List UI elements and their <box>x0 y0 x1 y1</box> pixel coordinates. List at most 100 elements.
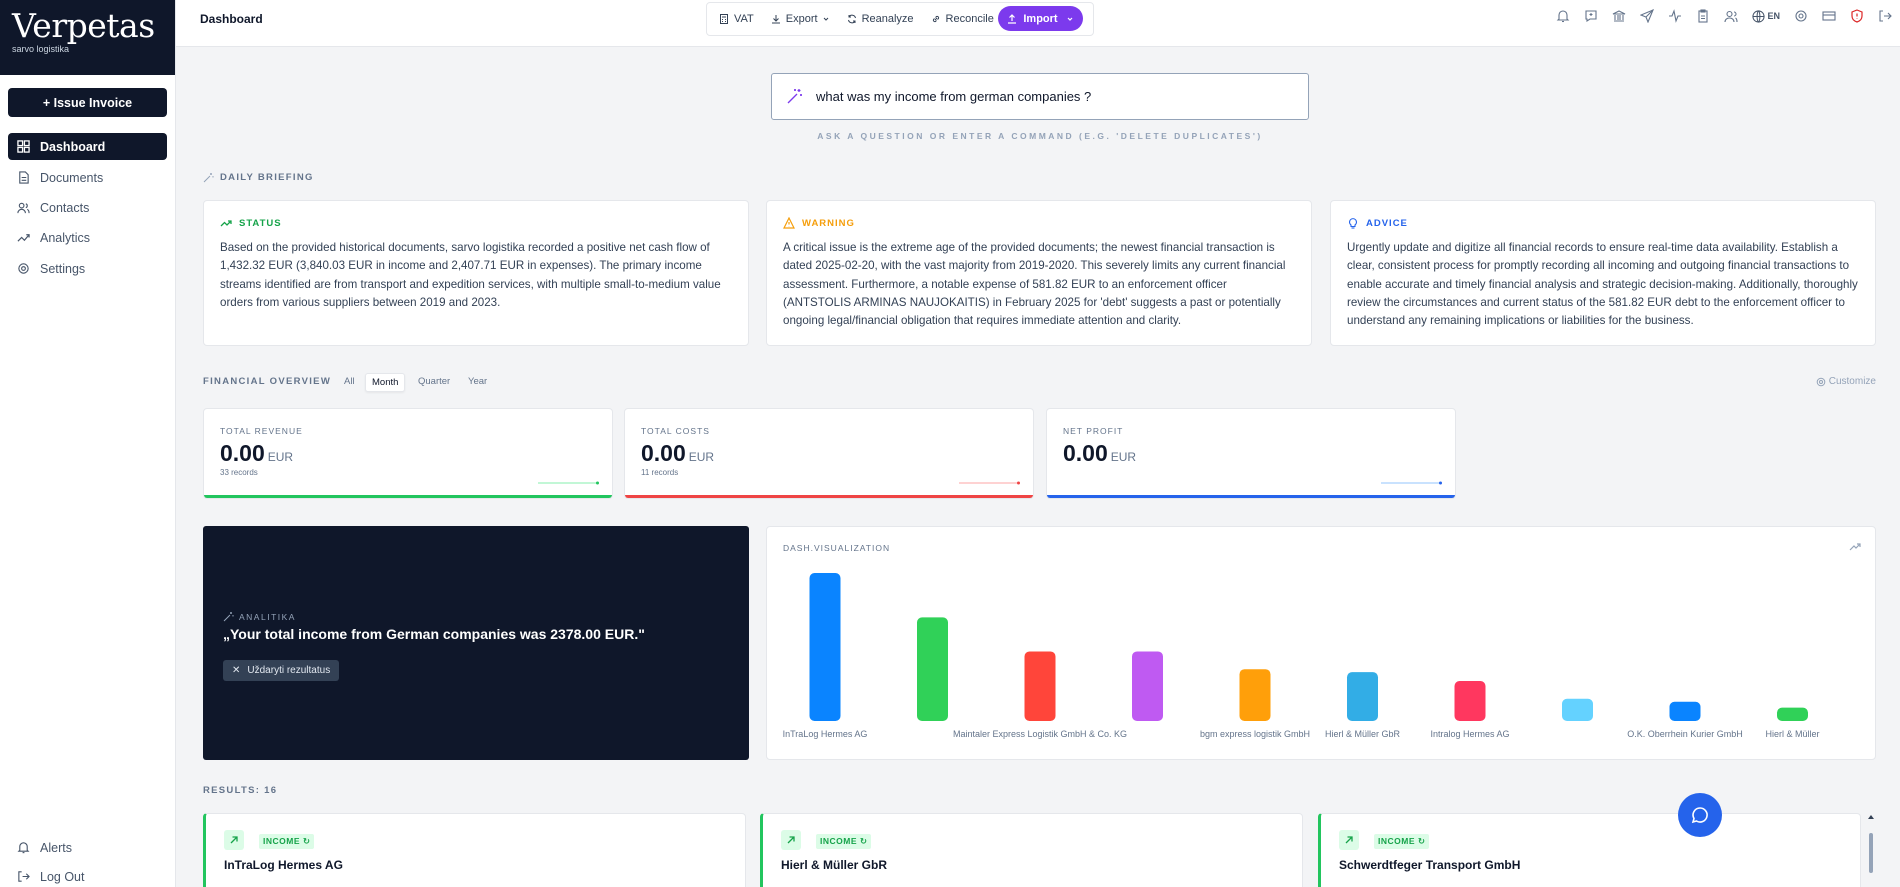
chart-bar[interactable] <box>1562 698 1593 721</box>
result-card[interactable]: INCOME ↻ InTraLog Hermes AG <box>203 813 746 887</box>
result-company-name: Hierl & Müller GbR <box>781 858 888 872</box>
chart-bar[interactable] <box>1239 669 1271 721</box>
language-selector[interactable]: EN <box>1752 9 1780 23</box>
daily-briefing-label: DAILY BRIEFING <box>220 172 314 183</box>
chart-bar[interactable] <box>1669 701 1701 721</box>
status-text: Based on the provided historical documen… <box>220 241 721 309</box>
advice-card: ADVICE Urgently update and digitize all … <box>1330 200 1876 346</box>
kpi-total-costs[interactable]: TOTAL COSTS 0.00 EUR 11 records <box>624 408 1034 499</box>
link-icon <box>932 15 939 23</box>
kpi-total-revenue[interactable]: TOTAL REVENUE 0.00 EUR 33 records <box>203 408 613 499</box>
arrow-up-right-icon <box>224 830 244 850</box>
chart-bar[interactable] <box>1347 672 1378 721</box>
sidebar-item-label: Analytics <box>40 230 91 245</box>
status-card-header: STATUS <box>220 217 732 229</box>
kpi-records: 11 records <box>641 468 679 477</box>
refresh-icon <box>847 14 856 24</box>
sidebar-item-label: Settings <box>40 261 86 276</box>
close-results-label: Uždaryti rezultatus <box>247 665 331 676</box>
send-button[interactable] <box>1640 9 1655 23</box>
sidebar-item-settings[interactable]: Settings <box>8 255 167 282</box>
chart-category-label: InTraLog Hermes AG <box>783 729 868 739</box>
logout-icon <box>18 871 30 882</box>
sidebar-item-contacts[interactable]: Contacts <box>8 194 167 221</box>
activity-button[interactable] <box>1668 9 1682 23</box>
notifications-button[interactable] <box>1556 9 1570 23</box>
chart-bar[interactable] <box>1024 651 1056 721</box>
vat-button[interactable]: VAT <box>719 13 754 25</box>
result-card[interactable]: INCOME ↻ Schwerdtfeger Transport GmbH <box>1318 813 1861 887</box>
warning-card-header: WARNING <box>783 217 1295 229</box>
action-toolbar: VAT Export Reanalyze Reconcile Import <box>706 2 1094 36</box>
trend-up-icon[interactable] <box>1849 542 1861 552</box>
export-dropdown[interactable]: Export <box>771 13 830 25</box>
chat-button[interactable] <box>1678 793 1722 837</box>
security-button[interactable] <box>1850 9 1864 23</box>
chart-category-label: Maintaler Express Logistik GmbH & Co. KG <box>953 729 1127 739</box>
kpi-unit: EUR <box>267 450 294 464</box>
bell-icon <box>17 842 30 854</box>
sidebar-item-documents[interactable]: Documents <box>8 164 167 191</box>
gear-icon <box>18 263 29 274</box>
customize-button[interactable]: Customize <box>1816 376 1876 387</box>
analytics-answer: „Your total income from German companies… <box>223 626 645 642</box>
period-tab-quarter[interactable]: Quarter <box>412 373 456 390</box>
kpi-accent-bar <box>1047 495 1455 498</box>
period-tab-year[interactable]: Year <box>462 373 493 390</box>
result-card[interactable]: INCOME ↻ Hierl & Müller GbR <box>760 813 1303 887</box>
close-results-button[interactable]: ✕ Uždaryti rezultatus <box>223 660 340 681</box>
sidebar-item-label: Alerts <box>40 840 72 855</box>
command-input[interactable] <box>816 89 1276 104</box>
sidebar-item-analytics[interactable]: Analytics <box>8 224 167 251</box>
chart-category-label: Hierl & Müller <box>1765 729 1819 739</box>
gear-icon <box>1816 377 1826 386</box>
chart-bar[interactable] <box>1132 651 1163 721</box>
users-icon <box>17 202 30 214</box>
kpi-net-profit[interactable]: NET PROFIT 0.00 EUR <box>1046 408 1456 499</box>
logo[interactable]: Verpetas sarvo logistika <box>0 0 175 75</box>
analitika-label-row: ANALITIKA <box>223 611 296 622</box>
chart-bar[interactable] <box>917 617 948 721</box>
logout-button[interactable]: Log Out <box>8 863 167 887</box>
warning-title: WARNING <box>802 217 855 229</box>
period-tab-all[interactable]: All <box>338 373 361 390</box>
user-button[interactable] <box>1724 9 1739 23</box>
scrollbar[interactable] <box>1866 813 1876 887</box>
warning-triangle-icon <box>783 217 795 229</box>
analitika-label: ANALITIKA <box>239 611 296 622</box>
income-badge: INCOME ↻ <box>1374 834 1430 849</box>
clipboard-button[interactable] <box>1696 9 1710 23</box>
billing-button[interactable] <box>1822 9 1836 23</box>
message-icon <box>1585 10 1598 23</box>
exit-button[interactable] <box>1878 9 1892 23</box>
sidebar-item-label: Dashboard <box>40 139 106 154</box>
document-icon <box>19 171 29 184</box>
advice-title: ADVICE <box>1366 217 1408 229</box>
settings-button[interactable] <box>1794 9 1808 23</box>
visualization-title: DASH.VISUALIZATION <box>783 543 891 553</box>
reconcile-button[interactable]: Reconcile <box>931 13 994 25</box>
bank-button[interactable] <box>1612 9 1626 23</box>
income-badge: INCOME ↻ <box>816 834 872 849</box>
import-button[interactable]: Import <box>998 6 1083 31</box>
calculator-icon <box>720 14 728 24</box>
chart-bar[interactable] <box>1454 681 1486 721</box>
messages-button[interactable] <box>1584 9 1598 23</box>
issue-invoice-button[interactable]: + Issue Invoice <box>8 88 167 117</box>
card-icon <box>1822 11 1836 21</box>
chart-bar[interactable] <box>809 573 841 721</box>
sidebar-item-alerts[interactable]: Alerts <box>8 834 167 861</box>
results-count: RESULTS: 16 <box>203 785 278 796</box>
period-tab-month[interactable]: Month <box>365 373 406 392</box>
sidebar-item-label: Documents <box>40 170 104 185</box>
download-icon <box>771 15 780 24</box>
clipboard-icon <box>1698 9 1709 23</box>
kpi-label: TOTAL COSTS <box>641 426 710 436</box>
result-company-name: InTraLog Hermes AG <box>224 858 343 872</box>
visualization-panel: InTraLog Hermes AG Maintaler Express Logi… <box>766 526 1876 760</box>
sidebar-item-dashboard[interactable]: Dashboard <box>8 133 167 160</box>
kpi-value: 0.00 <box>1063 440 1108 466</box>
badge-label: INCOME <box>820 836 857 846</box>
chart-bar[interactable] <box>1777 707 1808 721</box>
reanalyze-button[interactable]: Reanalyze <box>847 13 914 25</box>
